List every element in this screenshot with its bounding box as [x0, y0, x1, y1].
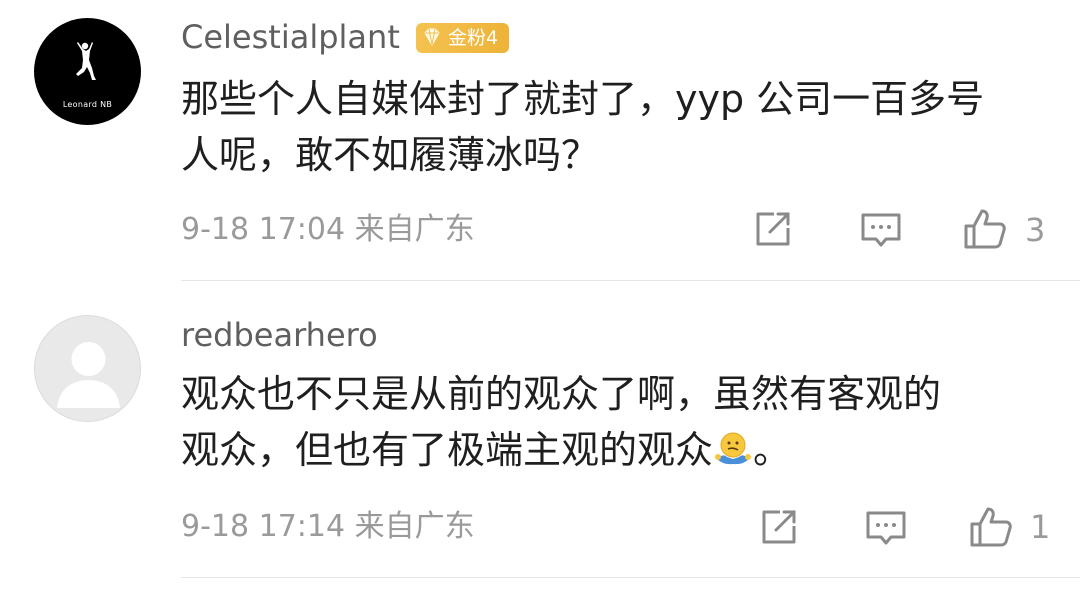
comment-text-line: 人呢，敢不如履薄冰吗？ [181, 133, 600, 177]
avatar[interactable]: Leonard NB [34, 18, 141, 125]
location: 来自广东 [354, 509, 475, 544]
share-button[interactable] [756, 504, 802, 550]
timestamp: 9-18 17:04 [181, 212, 346, 247]
username[interactable]: redbearhero [181, 315, 378, 355]
share-icon [762, 510, 796, 544]
badge-label: 金粉4 [448, 27, 499, 49]
fan-badge[interactable]: 金粉4 [416, 23, 509, 53]
avatar[interactable] [34, 315, 141, 422]
comment-item: redbearhero 观众也不只是从前的观众了啊，虽然有客观的 观众，但也有了… [0, 282, 1080, 582]
timestamp: 9-18 17:14 [181, 509, 346, 544]
comment-text-line: 那些个人自媒体封了就封了，yyp 公司一百多号 [181, 77, 985, 121]
divider [181, 280, 1080, 281]
avatar-caption: Leonard NB [62, 100, 113, 109]
username[interactable]: Celestialplant [181, 17, 400, 57]
shrug-emoji [715, 432, 752, 465]
comment-meta: 9-18 17:14 来自广东 [181, 507, 475, 547]
thumbs-up-icon [964, 209, 1006, 249]
location: 来自广东 [354, 212, 475, 247]
thumbs-up-icon [970, 507, 1012, 547]
like-count: 3 [1025, 211, 1046, 249]
comment-text-line: 观众，但也有了极端主观的观众 。 [181, 422, 1061, 478]
comment-item: Leonard NB Celestialplant 金粉4 那些个人自媒体封了就… [0, 0, 1080, 282]
comment-text: 观众也不只是从前的观众了啊，虽然有客观的 观众，但也有了极端主观的观众 。 [181, 366, 1061, 478]
comment-icon [861, 213, 901, 247]
divider [181, 577, 1080, 578]
comment-text: 那些个人自媒体封了就封了，yyp 公司一百多号 人呢，敢不如履薄冰吗？ [181, 71, 1061, 183]
share-icon [756, 212, 790, 246]
share-button[interactable] [750, 206, 796, 252]
diamond-icon [424, 28, 440, 46]
like-button[interactable] [968, 504, 1014, 550]
comment-button[interactable] [863, 504, 909, 550]
comment-text-segment: 观众，但也有了极端主观的观众 [181, 428, 714, 472]
default-user-icon [57, 342, 120, 408]
comment-text-segment: 。 [753, 428, 792, 472]
comment-meta: 9-18 17:04 来自广东 [181, 210, 475, 250]
comment-text-line: 观众也不只是从前的观众了啊，虽然有客观的 [181, 372, 942, 416]
like-count: 1 [1030, 508, 1051, 546]
comment-button[interactable] [858, 206, 904, 252]
like-button[interactable] [962, 206, 1008, 252]
comment-icon [866, 511, 906, 545]
